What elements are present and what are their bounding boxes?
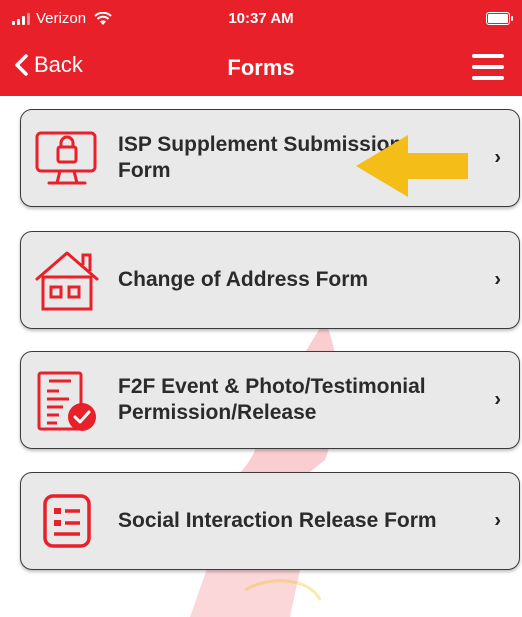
- form-card-social-interaction[interactable]: Social Interaction Release Form ›: [20, 472, 520, 570]
- form-label: Social Interaction Release Form: [118, 509, 437, 532]
- clipboard-check-icon: [37, 371, 96, 431]
- chevron-right-icon: ›: [494, 268, 501, 291]
- form-card-f2f-event[interactable]: F2F Event & Photo/Testimonial Permission…: [20, 351, 520, 449]
- back-label: Back: [34, 52, 83, 77]
- id-card-icon: [43, 494, 91, 548]
- hamburger-menu-icon[interactable]: [472, 54, 504, 80]
- nav-bar: Back Forms: [0, 40, 522, 96]
- chevron-right-icon: ›: [494, 388, 501, 411]
- back-button[interactable]: Back: [14, 52, 83, 78]
- chevron-right-icon: ›: [494, 146, 501, 169]
- status-bar: Verizon 10:37 AM: [0, 0, 522, 40]
- form-label: Change of Address Form: [118, 268, 369, 291]
- status-time: 10:37 AM: [228, 10, 294, 27]
- monitor-lock-icon: [35, 131, 97, 185]
- house-icon: [35, 251, 99, 311]
- form-label: F2F Event & Photo/Testimonial Permission…: [118, 375, 426, 424]
- chevron-right-icon: ›: [494, 509, 501, 532]
- chevron-left-icon: [15, 54, 28, 76]
- arrow-left-icon: [356, 135, 468, 197]
- form-card-change-of-address[interactable]: Change of Address Form ›: [20, 231, 520, 329]
- battery-icon: [486, 12, 513, 25]
